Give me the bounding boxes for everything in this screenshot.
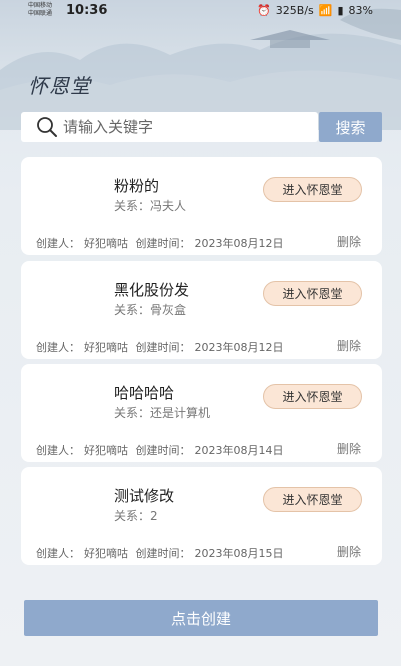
record-relation: 关系：冯夫人 [114,197,186,214]
record-meta: 创建人： 好犯嘀咕 创建时间： 2023年08月12日 [36,235,288,251]
status-time: 10:36 [66,3,108,18]
creator-value: 好犯嘀咕 [84,341,128,354]
search-input[interactable] [63,118,283,136]
alarm-icon: ⏰ [257,4,271,17]
record-relation: 关系：2 [114,507,158,524]
creator-value: 好犯嘀咕 [84,547,128,560]
creator-value: 好犯嘀咕 [84,444,128,457]
record-name: 黑化股份发 [114,281,190,299]
delete-button[interactable]: 删除 [337,337,361,354]
creator-label: 创建人： [36,237,80,250]
record-meta: 创建人： 好犯嘀咕 创建时间： 2023年08月15日 [36,545,288,561]
relation-value: 冯夫人 [150,199,187,213]
relation-value: 还是计算机 [150,406,211,420]
carrier-1: 中国移动 [28,2,53,9]
record-card: 哈哈哈哈 关系：还是计算机 进入怀恩堂 创建人： 好犯嘀咕 创建时间： 2023年0… [21,364,382,462]
relation-label: 关系： [114,509,151,523]
create-button[interactable]: 点击创建 [24,600,378,636]
record-relation: 关系：骨灰盒 [114,301,186,318]
record-name: 粉粉的 [114,177,160,195]
delete-button[interactable]: 删除 [337,440,361,457]
delete-button[interactable]: 删除 [337,543,361,560]
created-time-value: 2023年08月14日 [194,444,284,457]
record-meta: 创建人： 好犯嘀咕 创建时间： 2023年08月14日 [36,442,288,458]
record-meta: 创建人： 好犯嘀咕 创建时间： 2023年08月12日 [36,339,288,355]
created-time-value: 2023年08月12日 [194,341,284,354]
record-relation: 关系：还是计算机 [114,404,210,421]
created-time-label: 创建时间： [135,341,191,354]
carrier-2: 中国联通 [28,10,53,17]
created-time-label: 创建时间： [135,237,191,250]
search-button[interactable]: 搜索 [319,112,382,142]
app-logo: 怀恩堂 [28,74,91,98]
search-bar[interactable] [21,112,318,142]
delete-button[interactable]: 删除 [337,233,361,250]
creator-label: 创建人： [36,341,80,354]
record-card: 测试修改 关系：2 进入怀恩堂 创建人： 好犯嘀咕 创建时间： 2023年08月15… [21,467,382,565]
created-time-label: 创建时间： [135,547,191,560]
status-right: ⏰ 325B/s 📶 ▮ 83% [257,4,373,17]
created-time-label: 创建时间： [135,444,191,457]
wifi-icon: 📶 [318,4,333,17]
record-name: 测试修改 [114,487,175,505]
relation-label: 关系： [114,406,151,420]
record-card: 黑化股份发 关系：骨灰盒 进入怀恩堂 创建人： 好犯嘀咕 创建时间： 2023年08… [21,261,382,359]
creator-value: 好犯嘀咕 [84,237,128,250]
battery-icon: ▮ [337,4,344,17]
relation-value: 骨灰盒 [150,303,187,317]
creator-label: 创建人： [36,444,80,457]
enter-hall-button[interactable]: 进入怀恩堂 [263,487,362,512]
creator-label: 创建人： [36,547,80,560]
relation-label: 关系： [114,303,151,317]
relation-value: 2 [150,509,158,523]
network-speed: 325B/s [275,4,314,17]
record-card: 粉粉的 关系：冯夫人 进入怀恩堂 创建人： 好犯嘀咕 创建时间： 2023年08月1… [21,157,382,255]
status-bar: 中国移动 中国联通 10:36 ⏰ 325B/s 📶 ▮ 83% [0,0,401,22]
relation-label: 关系： [114,199,151,213]
enter-hall-button[interactable]: 进入怀恩堂 [263,384,362,409]
search-icon [37,117,57,137]
created-time-value: 2023年08月12日 [194,237,284,250]
carrier-info: 中国移动 中国联通 [28,2,52,18]
created-time-value: 2023年08月15日 [194,547,284,560]
enter-hall-button[interactable]: 进入怀恩堂 [263,177,362,202]
enter-hall-button[interactable]: 进入怀恩堂 [263,281,362,306]
record-name: 哈哈哈哈 [114,384,175,402]
battery-level: 83% [348,4,373,17]
